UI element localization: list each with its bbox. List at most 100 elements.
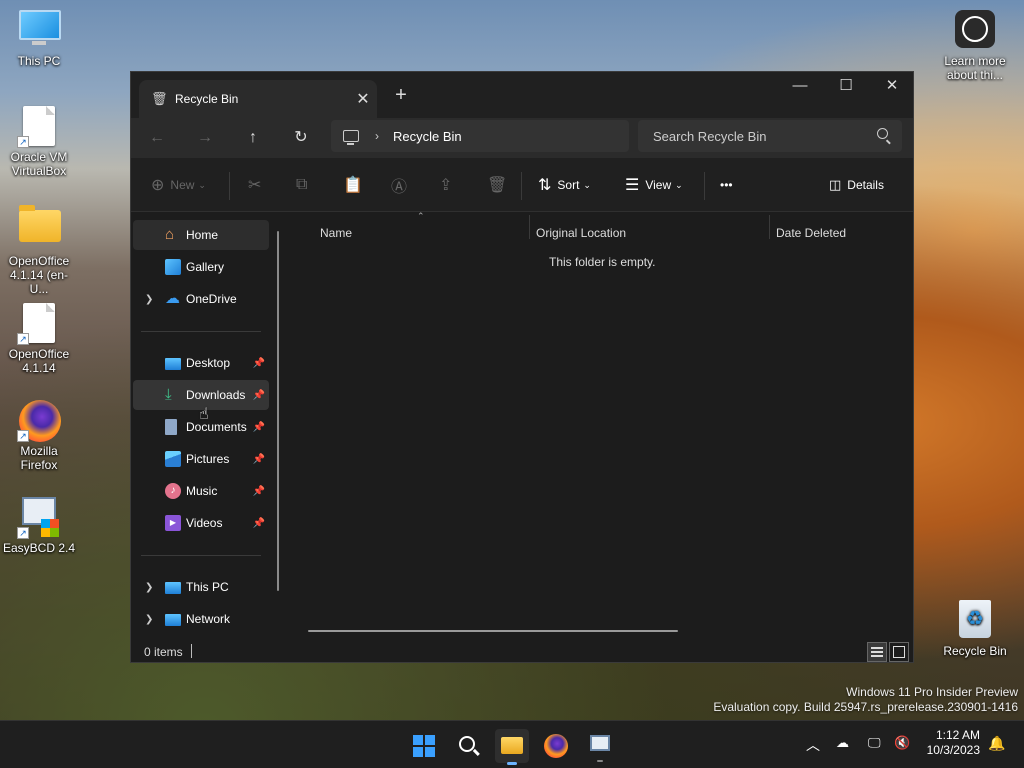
- search-taskbar-button[interactable]: [451, 729, 485, 763]
- sidebar-item-onedrive[interactable]: ❯ ☁ OneDrive: [133, 284, 269, 314]
- desktop-icon-learn-more[interactable]: Learn more about thi...: [937, 10, 1013, 82]
- clock-date: 10/3/2023: [926, 743, 980, 757]
- sidebar-item-label: Home: [186, 228, 219, 242]
- column-header-name[interactable]: Name: [320, 219, 352, 247]
- sort-button[interactable]: ⇅ Sort ⌄: [538, 170, 591, 200]
- column-header-date-deleted[interactable]: Date Deleted: [776, 219, 846, 247]
- details-pane-button[interactable]: ◫ Details: [829, 170, 884, 200]
- empty-folder-message: This folder is empty.: [549, 255, 656, 269]
- notification-bell-icon[interactable]: 🔔: [988, 735, 1005, 752]
- sidebar-item-home[interactable]: ⌂ Home: [133, 220, 269, 250]
- rename-button[interactable]: Ⓐ: [391, 170, 413, 200]
- new-button[interactable]: ⊕ New ⌄: [151, 170, 206, 200]
- network-tray-icon[interactable]: 🖵: [868, 735, 881, 751]
- shortcut-arrow-icon: ↗: [17, 136, 29, 148]
- search-placeholder: Search Recycle Bin: [653, 128, 767, 144]
- new-tab-button[interactable]: +: [389, 84, 413, 108]
- divider: [704, 172, 705, 200]
- sidebar-item-gallery[interactable]: Gallery: [133, 252, 269, 282]
- folder-icon: [501, 737, 523, 754]
- recycle-bin-icon: 🗑: [151, 91, 168, 106]
- column-divider[interactable]: [769, 215, 770, 239]
- desktop-icon-easybcd[interactable]: ↗ EasyBCD 2.4: [1, 497, 77, 555]
- home-icon: ⌂: [165, 226, 175, 243]
- sidebar-item-music[interactable]: ♪ Music 📌: [133, 476, 269, 506]
- cut-button[interactable]: ✂: [248, 170, 267, 200]
- cloud-icon: ☁: [165, 290, 180, 307]
- pin-icon[interactable]: 📌: [253, 358, 265, 369]
- close-button[interactable]: ✕: [869, 72, 913, 102]
- windows-watermark: Windows 11 Pro Insider Preview Evaluatio…: [713, 685, 1018, 715]
- onedrive-tray-icon[interactable]: ☁: [836, 735, 849, 751]
- pin-icon[interactable]: 📌: [253, 486, 265, 497]
- share-button[interactable]: ⇪: [439, 170, 458, 200]
- running-indicator: [597, 760, 603, 762]
- desktop-icon-virtualbox[interactable]: ↗ Oracle VM VirtualBox: [1, 106, 77, 178]
- chevron-up-icon[interactable]: ︿: [806, 735, 820, 755]
- sidebar-item-label: Pictures: [186, 452, 230, 466]
- active-indicator: [507, 762, 517, 765]
- column-divider[interactable]: [529, 215, 530, 239]
- horizontal-scrollbar[interactable]: [308, 630, 678, 632]
- desktop-icon-firefox[interactable]: ↗ Mozilla Firefox: [1, 400, 77, 472]
- breadcrumb-chevron-icon[interactable]: ›: [375, 129, 379, 143]
- tab-title: Recycle Bin: [175, 92, 239, 106]
- pin-icon[interactable]: 📌: [253, 454, 265, 465]
- sidebar-item-this-pc[interactable]: ❯ This PC: [133, 572, 269, 602]
- pin-icon[interactable]: 📌: [253, 518, 265, 529]
- volume-muted-icon[interactable]: 🔇: [894, 735, 910, 751]
- chevron-right-icon[interactable]: ❯: [145, 614, 153, 625]
- minimize-button[interactable]: —: [777, 72, 823, 102]
- chevron-down-icon: ⌄: [675, 179, 683, 190]
- copy-button[interactable]: ⧉: [296, 170, 313, 200]
- chevron-right-icon[interactable]: ❯: [145, 294, 153, 305]
- new-label: New: [170, 178, 195, 192]
- easybcd-icon: [590, 735, 610, 751]
- tab-recycle-bin[interactable]: 🗑 Recycle Bin ✕: [139, 80, 377, 118]
- chevron-right-icon[interactable]: ❯: [145, 582, 153, 593]
- desktop-icon-recycle-bin[interactable]: ♻ Recycle Bin: [937, 600, 1013, 658]
- gallery-icon: [165, 259, 181, 275]
- desktop-icon-label: Recycle Bin: [943, 644, 1007, 658]
- sidebar-scrollbar[interactable]: [277, 231, 279, 591]
- desktop-icon-openoffice[interactable]: ↗ OpenOffice 4.1.14: [1, 303, 77, 375]
- back-button[interactable]: ←: [142, 123, 172, 153]
- sidebar-item-label: Documents: [186, 420, 247, 434]
- share-icon: ⇪: [439, 177, 453, 194]
- sidebar-item-pictures[interactable]: Pictures 📌: [133, 444, 269, 474]
- refresh-button[interactable]: ↻: [286, 123, 316, 153]
- clock[interactable]: 1:12 AM 10/3/2023: [927, 728, 980, 758]
- desktop-icon-openoffice-installer[interactable]: OpenOffice 4.1.14 (en-U...: [1, 205, 77, 296]
- maximize-button[interactable]: ☐: [823, 72, 869, 102]
- view-button[interactable]: ☰ View ⌄: [625, 170, 683, 200]
- firefox-taskbar-button[interactable]: [539, 729, 573, 763]
- sidebar-item-videos[interactable]: ▶ Videos 📌: [133, 508, 269, 538]
- sidebar-item-network[interactable]: ❯ Network: [133, 604, 269, 634]
- view-label: View: [645, 178, 672, 192]
- hand-cursor-icon: ☝: [199, 406, 209, 423]
- sidebar-item-label: Music: [186, 484, 218, 498]
- shortcut-arrow-icon: ↗: [17, 333, 29, 345]
- search-icon[interactable]: [877, 128, 888, 139]
- pin-icon[interactable]: 📌: [253, 422, 265, 433]
- more-options-button[interactable]: •••: [720, 170, 733, 200]
- paste-button[interactable]: 📋: [343, 170, 369, 200]
- search-input[interactable]: Search Recycle Bin: [638, 120, 902, 152]
- start-button[interactable]: [407, 729, 441, 763]
- download-icon: ⤓: [165, 386, 172, 403]
- file-explorer-taskbar-button[interactable]: [495, 729, 529, 765]
- sidebar-item-desktop[interactable]: Desktop 📌: [133, 348, 269, 378]
- pin-icon[interactable]: 📌: [253, 390, 265, 401]
- delete-button[interactable]: 🗑: [487, 170, 513, 200]
- breadcrumb-recycle-bin[interactable]: Recycle Bin: [393, 129, 462, 144]
- tiles-view-button[interactable]: [889, 642, 909, 662]
- address-bar[interactable]: › Recycle Bin: [331, 120, 629, 152]
- tab-close-icon[interactable]: ✕: [349, 89, 377, 109]
- forward-button[interactable]: →: [190, 123, 220, 153]
- easybcd-taskbar-button[interactable]: [583, 729, 617, 763]
- desktop-icon-this-pc[interactable]: This PC: [1, 10, 77, 68]
- up-button[interactable]: ↑: [238, 123, 268, 153]
- column-header-original-location[interactable]: Original Location: [536, 219, 626, 247]
- details-view-button[interactable]: [867, 642, 887, 662]
- chevron-down-icon: ⌄: [198, 179, 206, 190]
